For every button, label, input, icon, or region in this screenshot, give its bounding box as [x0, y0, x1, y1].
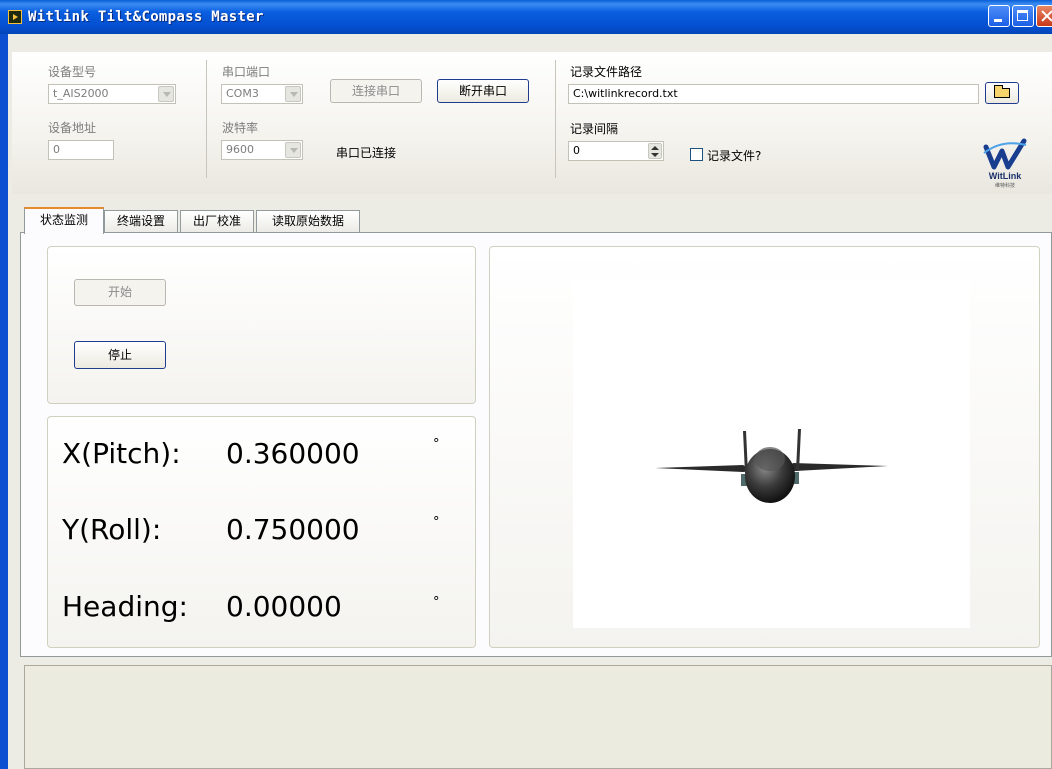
disconnect-button[interactable]: 断开串口 [437, 79, 529, 103]
app-icon[interactable] [8, 10, 22, 24]
tab-factory-calibration[interactable]: 出厂校准 [180, 210, 254, 232]
serial-port-select[interactable]: COM3 [221, 84, 303, 104]
baud-rate-label: 波特率 [222, 121, 259, 135]
heading-value: 0.00000 [226, 590, 342, 623]
attitude-3d-view[interactable] [573, 279, 970, 628]
browse-button[interactable] [985, 82, 1019, 104]
pitch-unit: ° [433, 437, 440, 452]
heading-label: Heading: [62, 590, 188, 623]
record-interval-stepper[interactable]: 0 [568, 141, 664, 161]
baud-rate-value: 9600 [226, 143, 254, 156]
status-panel [24, 665, 1052, 769]
chevron-down-icon [285, 86, 301, 102]
connection-panel [12, 52, 1052, 194]
minimize-button[interactable] [988, 5, 1010, 27]
close-button[interactable] [1036, 5, 1052, 27]
spin-arrows-icon[interactable] [648, 143, 662, 159]
device-model-select[interactable]: t_AIS2000 [48, 84, 176, 104]
tab-status-monitor[interactable]: 状态监测 [24, 207, 104, 234]
record-interval-label: 记录间隔 [570, 122, 619, 136]
device-model-label: 设备型号 [48, 65, 97, 79]
baud-rate-select[interactable]: 9600 [221, 140, 303, 160]
pitch-value: 0.360000 [226, 437, 360, 470]
record-file-label: 记录文件? [707, 149, 762, 163]
record-path-label: 记录文件路径 [570, 65, 643, 79]
control-group [47, 246, 476, 404]
window-title: Witlink Tilt&Compass Master [28, 9, 264, 25]
logo-mark-icon [983, 138, 1027, 170]
tab-read-raw-data[interactable]: 读取原始数据 [256, 210, 360, 232]
stop-button[interactable]: 停止 [74, 341, 166, 369]
record-interval-value: 0 [573, 144, 580, 157]
maximize-button[interactable] [1012, 5, 1034, 27]
heading-unit: ° [433, 595, 440, 610]
roll-unit: ° [433, 515, 440, 530]
roll-label: Y(Roll): [62, 513, 162, 546]
connect-button[interactable]: 连接串口 [330, 79, 422, 103]
divider [555, 60, 556, 178]
pitch-label: X(Pitch): [62, 437, 181, 470]
divider [206, 60, 207, 178]
window-frame [0, 34, 8, 769]
serial-port-value: COM3 [226, 87, 259, 100]
logo-subtext: 维特科技 [994, 183, 1015, 189]
device-address-input[interactable]: 0 [48, 140, 114, 160]
record-file-checkbox[interactable] [690, 148, 703, 161]
folder-icon [994, 85, 1010, 98]
serial-port-label: 串口端口 [222, 65, 271, 79]
tab-terminal-settings[interactable]: 终端设置 [104, 210, 178, 232]
roll-value: 0.750000 [226, 513, 360, 546]
record-path-input[interactable]: C:\witlinkrecord.txt [568, 84, 979, 104]
serial-status-text: 串口已连接 [336, 146, 397, 160]
logo-text: WitLink [988, 171, 1022, 181]
aircraft-model-icon [655, 429, 888, 503]
device-address-label: 设备地址 [48, 121, 97, 135]
witlink-logo: WitLink 维特科技 [980, 137, 1030, 193]
chevron-down-icon [158, 86, 174, 102]
chevron-down-icon [285, 142, 301, 158]
start-button[interactable]: 开始 [74, 279, 166, 306]
device-model-value: t_AIS2000 [53, 87, 109, 100]
